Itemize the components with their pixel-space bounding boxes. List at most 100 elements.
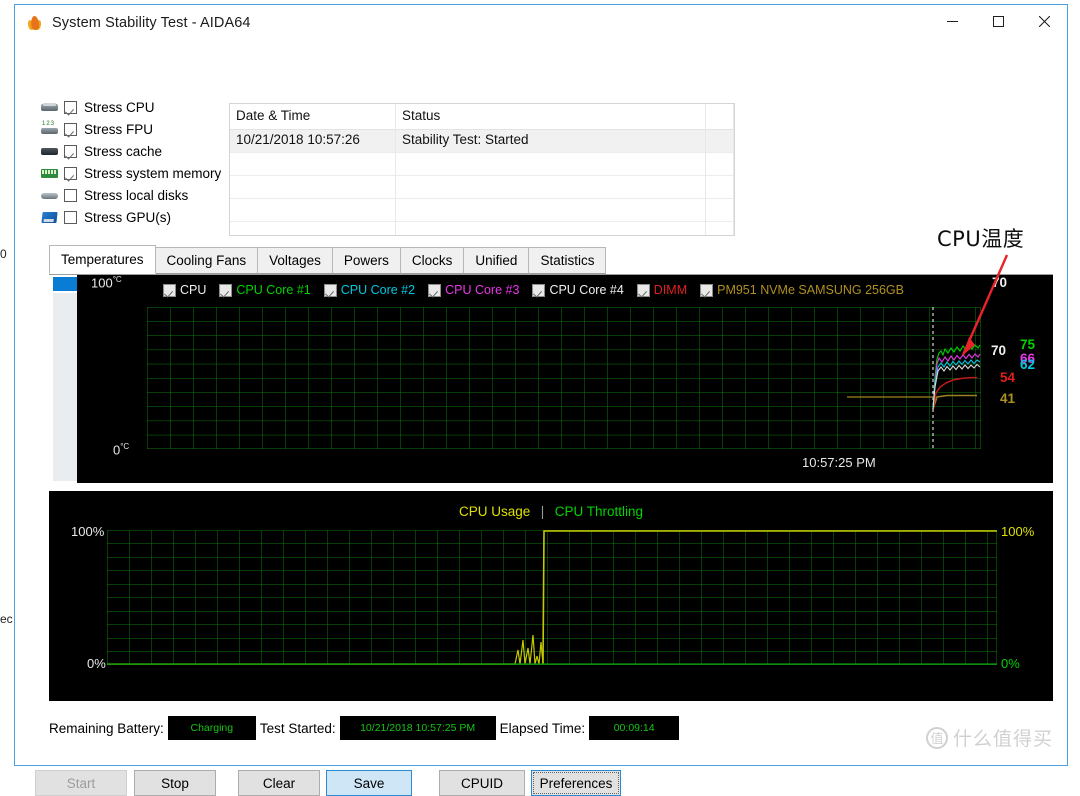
log-column-datetime[interactable]: Date & Time	[230, 104, 396, 130]
minimize-button[interactable]	[929, 5, 975, 37]
background-left-mark-1: ec	[0, 612, 13, 626]
stress-cache-label: Stress cache	[84, 144, 162, 159]
legend-checkbox[interactable]	[219, 284, 232, 297]
log-column-spacer	[706, 104, 734, 130]
tab-voltages[interactable]: Voltages	[257, 247, 333, 274]
maximize-button[interactable]	[975, 5, 1021, 37]
tab-unified[interactable]: Unified	[463, 247, 529, 274]
legend-label: CPU Core #4	[549, 283, 623, 297]
log-column-status[interactable]: Status	[396, 104, 706, 130]
watermark: 值 什么值得买	[926, 724, 1053, 751]
clear-button[interactable]: Clear	[238, 770, 320, 796]
close-button[interactable]	[1021, 5, 1067, 37]
legend-checkbox[interactable]	[532, 284, 545, 297]
elapsed-time-label: Elapsed Time:	[500, 721, 586, 736]
usage-title-separator: |	[541, 504, 545, 519]
stress-options-group: Stress CPU 123 Stress FPU Stress cache S…	[39, 96, 229, 228]
chart-scrollbar-thumb[interactable]	[53, 277, 77, 291]
table-row[interactable]	[230, 153, 734, 176]
stress-system-memory-checkbox[interactable]	[64, 167, 77, 180]
stress-option-gpus[interactable]: Stress GPU(s)	[39, 206, 229, 228]
tab-temperatures[interactable]: Temperatures	[49, 245, 156, 274]
stress-option-local-disks[interactable]: Stress local disks	[39, 184, 229, 206]
table-row[interactable]	[230, 199, 734, 222]
stress-option-cpu[interactable]: Stress CPU	[39, 96, 229, 118]
temp-axis-top-unit: °C	[113, 275, 122, 284]
stress-gpus-checkbox[interactable]	[64, 211, 77, 224]
tab-statistics[interactable]: Statistics	[528, 247, 606, 274]
title-bar[interactable]: System Stability Test - AIDA64	[15, 5, 1067, 41]
legend-checkbox[interactable]	[163, 284, 176, 297]
chart-tab-bar: Temperatures Cooling Fans Voltages Power…	[49, 247, 1053, 275]
stress-cpu-label: Stress CPU	[84, 100, 155, 115]
stress-option-system-memory[interactable]: Stress system memory	[39, 162, 229, 184]
tab-label: Clocks	[412, 253, 453, 268]
legend-checkbox[interactable]	[428, 284, 441, 297]
legend-label: CPU	[180, 283, 206, 297]
table-row[interactable]	[230, 222, 734, 236]
legend-label: PM951 NVMe SAMSUNG 256GB	[717, 283, 904, 297]
temp-axis-top-value: 100	[91, 275, 113, 290]
temperature-legend: CPU CPU Core #1 CPU Core #2 CPU Core #3 …	[77, 280, 1053, 300]
event-log-table[interactable]: Date & Time Status 10/21/2018 10:57:26 S…	[229, 103, 735, 236]
legend-item-cpu-core-2[interactable]: CPU Core #2	[324, 283, 415, 297]
tab-clocks[interactable]: Clocks	[400, 247, 465, 274]
temperature-chart[interactable]: CPU CPU Core #1 CPU Core #2 CPU Core #3 …	[77, 275, 1053, 483]
cpuid-button[interactable]: CPUID	[439, 770, 525, 796]
cpu-chip-icon	[39, 99, 61, 115]
legend-checkbox[interactable]	[324, 284, 337, 297]
flame-icon	[27, 15, 43, 31]
stress-option-fpu[interactable]: 123 Stress FPU	[39, 118, 229, 140]
usage-right-top-label: 100%	[1001, 524, 1034, 539]
start-button[interactable]: Start	[35, 770, 127, 796]
usage-title-cpu-usage[interactable]: CPU Usage	[459, 504, 530, 519]
legend-item-cpu-core-1[interactable]: CPU Core #1	[219, 283, 310, 297]
tab-label: Voltages	[269, 253, 321, 268]
log-cell-status	[396, 176, 706, 199]
annotation-text: CPU温度	[937, 223, 1024, 253]
stress-cpu-checkbox[interactable]	[64, 101, 77, 114]
legend-label: CPU Core #3	[445, 283, 519, 297]
stress-local-disks-checkbox[interactable]	[64, 189, 77, 202]
stress-system-memory-label: Stress system memory	[84, 166, 221, 181]
save-button[interactable]: Save	[326, 770, 412, 796]
cpu-usage-chart[interactable]: CPU Usage | CPU Throttling 100% 0% 100% …	[49, 491, 1053, 701]
legend-item-cpu[interactable]: CPU	[163, 283, 206, 297]
window-title: System Stability Test - AIDA64	[52, 15, 251, 31]
legend-checkbox[interactable]	[637, 284, 650, 297]
table-row[interactable]	[230, 176, 734, 199]
battery-value: Charging	[191, 722, 234, 734]
tab-cooling-fans[interactable]: Cooling Fans	[155, 247, 259, 274]
usage-left-top-label: 100%	[71, 524, 104, 539]
cache-chip-icon	[39, 143, 61, 159]
usage-left-bottom-label: 0%	[87, 656, 106, 671]
legend-item-nvme-ssd[interactable]: PM951 NVMe SAMSUNG 256GB	[700, 283, 904, 297]
readout-dimm: 54	[1000, 370, 1015, 385]
legend-item-cpu-core-3[interactable]: CPU Core #3	[428, 283, 519, 297]
stress-option-cache[interactable]: Stress cache	[39, 140, 229, 162]
stop-button[interactable]: Stop	[134, 770, 216, 796]
chart-scrollbar-track[interactable]	[53, 293, 77, 481]
stress-fpu-checkbox[interactable]	[64, 123, 77, 136]
legend-item-dimm[interactable]: DIMM	[637, 283, 687, 297]
legend-checkbox[interactable]	[700, 284, 713, 297]
log-cell-datetime	[230, 222, 396, 236]
legend-item-cpu-core-4[interactable]: CPU Core #4	[532, 283, 623, 297]
log-cell-datetime	[230, 153, 396, 176]
legend-label: CPU Core #2	[341, 283, 415, 297]
usage-title-cpu-throttling[interactable]: CPU Throttling	[555, 504, 643, 519]
usage-right-bottom-label: 0%	[1001, 656, 1020, 671]
tab-powers[interactable]: Powers	[332, 247, 401, 274]
battery-value-box: Charging	[168, 716, 256, 740]
stress-fpu-label: Stress FPU	[84, 122, 153, 137]
memory-module-icon	[39, 165, 61, 181]
log-cell-datetime	[230, 176, 396, 199]
temp-axis-bottom-unit: °C	[120, 442, 129, 451]
status-row: Remaining Battery: Charging Test Started…	[49, 715, 683, 741]
usage-chart-title: CPU Usage | CPU Throttling	[49, 503, 1053, 521]
stress-cache-checkbox[interactable]	[64, 145, 77, 158]
preferences-button[interactable]: Preferences	[531, 770, 621, 796]
legend-label: DIMM	[654, 283, 687, 297]
log-cell-status	[396, 153, 706, 176]
table-row[interactable]: 10/21/2018 10:57:26 Stability Test: Star…	[230, 130, 734, 153]
